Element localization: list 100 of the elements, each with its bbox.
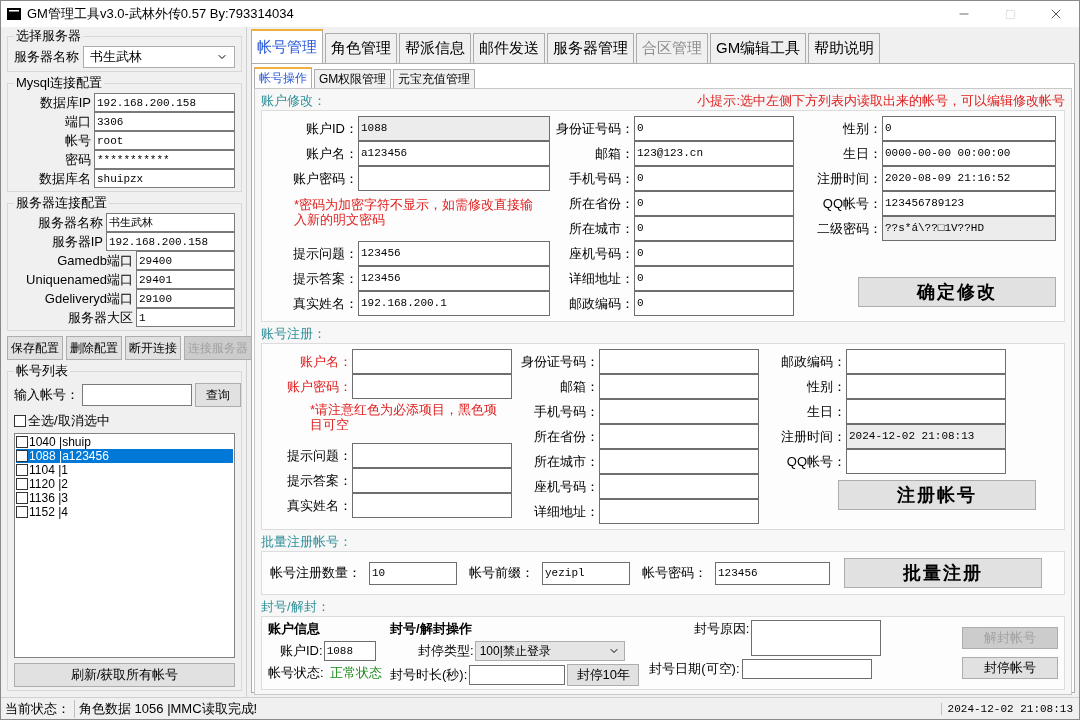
- list-item[interactable]: 1120 |2: [16, 477, 233, 491]
- text-field[interactable]: [352, 442, 512, 468]
- field-label: 详细地址：: [533, 502, 599, 521]
- text-field[interactable]: yezipl: [542, 561, 630, 585]
- list-item[interactable]: 1040 |shuip: [16, 435, 233, 449]
- checkbox[interactable]: [16, 450, 28, 462]
- text-field[interactable]: 10: [369, 561, 457, 585]
- text-field[interactable]: 192.168.200.158: [106, 232, 235, 251]
- text-field[interactable]: a123456: [358, 140, 550, 166]
- text-field[interactable]: 0: [634, 290, 794, 316]
- tab[interactable]: 邮件发送: [473, 33, 545, 63]
- text-field[interactable]: 29401: [136, 270, 235, 289]
- dropdown[interactable]: 100|禁止登录: [474, 641, 625, 661]
- text-field[interactable]: [352, 467, 512, 493]
- text-field[interactable]: 0: [634, 165, 794, 191]
- field-label: 账户名：: [305, 144, 358, 163]
- text-field[interactable]: 1: [136, 308, 235, 327]
- text-field[interactable]: ??s*á\??□1V??HD: [882, 215, 1056, 241]
- tab[interactable]: 帮派信息: [399, 33, 471, 63]
- field-label: 身份证号码：: [555, 119, 634, 138]
- checkbox-label: 全选/取消选中: [28, 412, 110, 430]
- checkbox[interactable]: [14, 415, 26, 427]
- text-field[interactable]: [846, 448, 1006, 474]
- confirm-button[interactable]: 确定修改: [858, 277, 1056, 307]
- config-button[interactable]: 断开连接: [125, 336, 181, 360]
- text-field[interactable]: 0000-00-00 00:00:00: [882, 140, 1056, 166]
- text-field[interactable]: 0: [882, 115, 1056, 141]
- text-field[interactable]: [352, 373, 512, 399]
- text-field[interactable]: 123456: [358, 265, 550, 291]
- text-field[interactable]: 2024-12-02 21:08:13: [846, 423, 1006, 449]
- text-field[interactable]: [741, 659, 872, 679]
- text-field[interactable]: 0: [634, 115, 794, 141]
- list-item[interactable]: 1152 |4: [16, 505, 233, 519]
- text-field[interactable]: [352, 492, 512, 518]
- text-field[interactable]: [599, 373, 759, 399]
- tab[interactable]: 帐号操作: [254, 67, 312, 88]
- text-field[interactable]: 192.168.200.158: [94, 93, 235, 112]
- list-item[interactable]: 1136 |3: [16, 491, 233, 505]
- text-field[interactable]: [358, 165, 550, 191]
- text-field[interactable]: [846, 348, 1006, 374]
- text-field[interactable]: 29100: [136, 289, 235, 308]
- search-field[interactable]: [82, 384, 192, 406]
- field-label: 封号日期(可空):: [649, 660, 740, 678]
- text-field[interactable]: 123456789123: [882, 190, 1056, 216]
- tab[interactable]: 服务器管理: [547, 33, 634, 63]
- text-field[interactable]: 0: [634, 190, 794, 216]
- tab[interactable]: 帐号管理: [251, 29, 323, 63]
- ban-action-button[interactable]: 封停帐号: [962, 657, 1058, 679]
- checkbox[interactable]: [16, 478, 28, 490]
- field-label: 座机号码：: [568, 244, 634, 263]
- text-field[interactable]: 书生武林: [106, 213, 235, 232]
- checkbox[interactable]: [16, 436, 28, 448]
- register-button[interactable]: 注册帐号: [838, 480, 1036, 510]
- text-field[interactable]: 123@123.cn: [634, 140, 794, 166]
- text-field[interactable]: shuipzx: [94, 169, 235, 188]
- text-field[interactable]: 2020-08-09 21:16:52: [882, 165, 1056, 191]
- batch-register-button[interactable]: 批量注册: [844, 558, 1042, 588]
- text-field[interactable]: 0: [634, 265, 794, 291]
- checkbox[interactable]: [16, 492, 28, 504]
- tab[interactable]: 元宝充值管理: [393, 69, 476, 88]
- list-item[interactable]: 1088 |a123456: [16, 449, 233, 463]
- text-field[interactable]: 1088: [323, 641, 376, 661]
- tab[interactable]: GM编辑工具: [710, 33, 807, 63]
- text-field[interactable]: [599, 473, 759, 499]
- text-field[interactable]: [599, 423, 759, 449]
- text-field[interactable]: [846, 398, 1006, 424]
- config-button[interactable]: 删除配置: [66, 336, 122, 360]
- text-field[interactable]: 123456: [358, 240, 550, 266]
- text-field[interactable]: 123456: [715, 561, 830, 585]
- field-label: 身份证号码：: [520, 352, 599, 371]
- field-label: 帐号状态:: [268, 664, 324, 682]
- text-field[interactable]: 0: [634, 240, 794, 266]
- refresh-button[interactable]: 刷新/获取所有帐号: [14, 663, 235, 687]
- text-field[interactable]: [352, 348, 512, 374]
- text-field[interactable]: 1088: [358, 115, 550, 141]
- field-label: 生日：: [806, 402, 846, 421]
- text-field[interactable]: [599, 448, 759, 474]
- list-item[interactable]: 1104 |1: [16, 463, 233, 477]
- text-field[interactable]: 3306: [94, 112, 235, 131]
- dropdown[interactable]: 书生武林: [83, 46, 235, 68]
- config-button[interactable]: 保存配置: [7, 336, 63, 360]
- field-label: 真实姓名：: [286, 496, 352, 515]
- text-field[interactable]: [599, 398, 759, 424]
- text-field[interactable]: [599, 498, 759, 524]
- text-field[interactable]: 0: [634, 215, 794, 241]
- tab[interactable]: GM权限管理: [314, 69, 392, 88]
- query-button[interactable]: 查询: [195, 383, 241, 407]
- checkbox[interactable]: [16, 506, 28, 518]
- text-field[interactable]: 192.168.200.1: [358, 290, 550, 316]
- reason-field[interactable]: [751, 620, 882, 656]
- text-field[interactable]: ***********: [94, 150, 235, 169]
- checkbox[interactable]: [16, 464, 28, 476]
- text-field[interactable]: [846, 373, 1006, 399]
- text-field[interactable]: 29400: [136, 251, 235, 270]
- text-field[interactable]: [599, 348, 759, 374]
- text-field[interactable]: [469, 665, 566, 685]
- ban-ten-years-button[interactable]: 封停10年: [567, 664, 640, 686]
- tab[interactable]: 帮助说明: [808, 33, 881, 63]
- tab[interactable]: 角色管理: [325, 33, 397, 63]
- text-field[interactable]: root: [94, 131, 235, 150]
